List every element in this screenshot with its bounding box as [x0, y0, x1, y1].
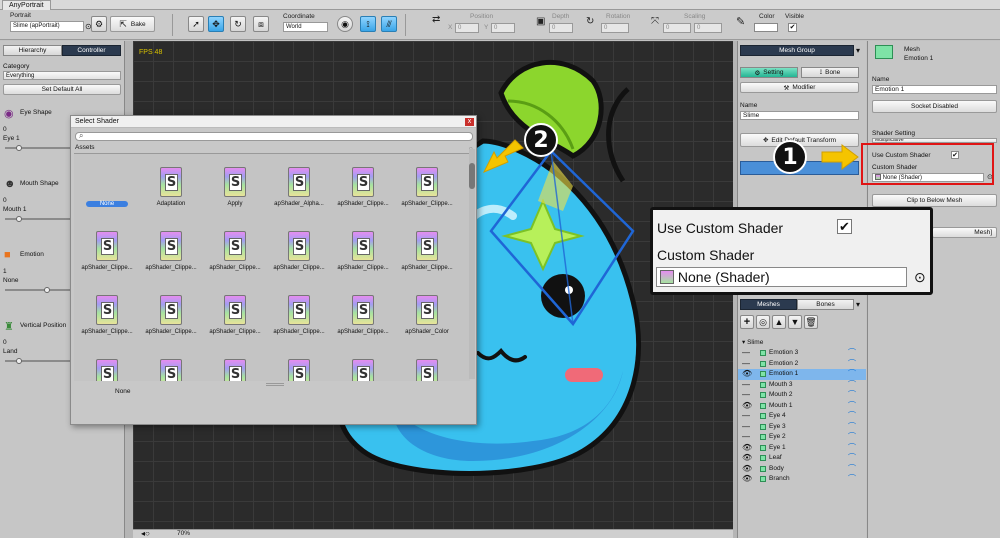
- annotation-overlay: [482, 139, 859, 173]
- badge-step-2: 2: [524, 123, 558, 157]
- badge-step-1: 1: [773, 140, 807, 174]
